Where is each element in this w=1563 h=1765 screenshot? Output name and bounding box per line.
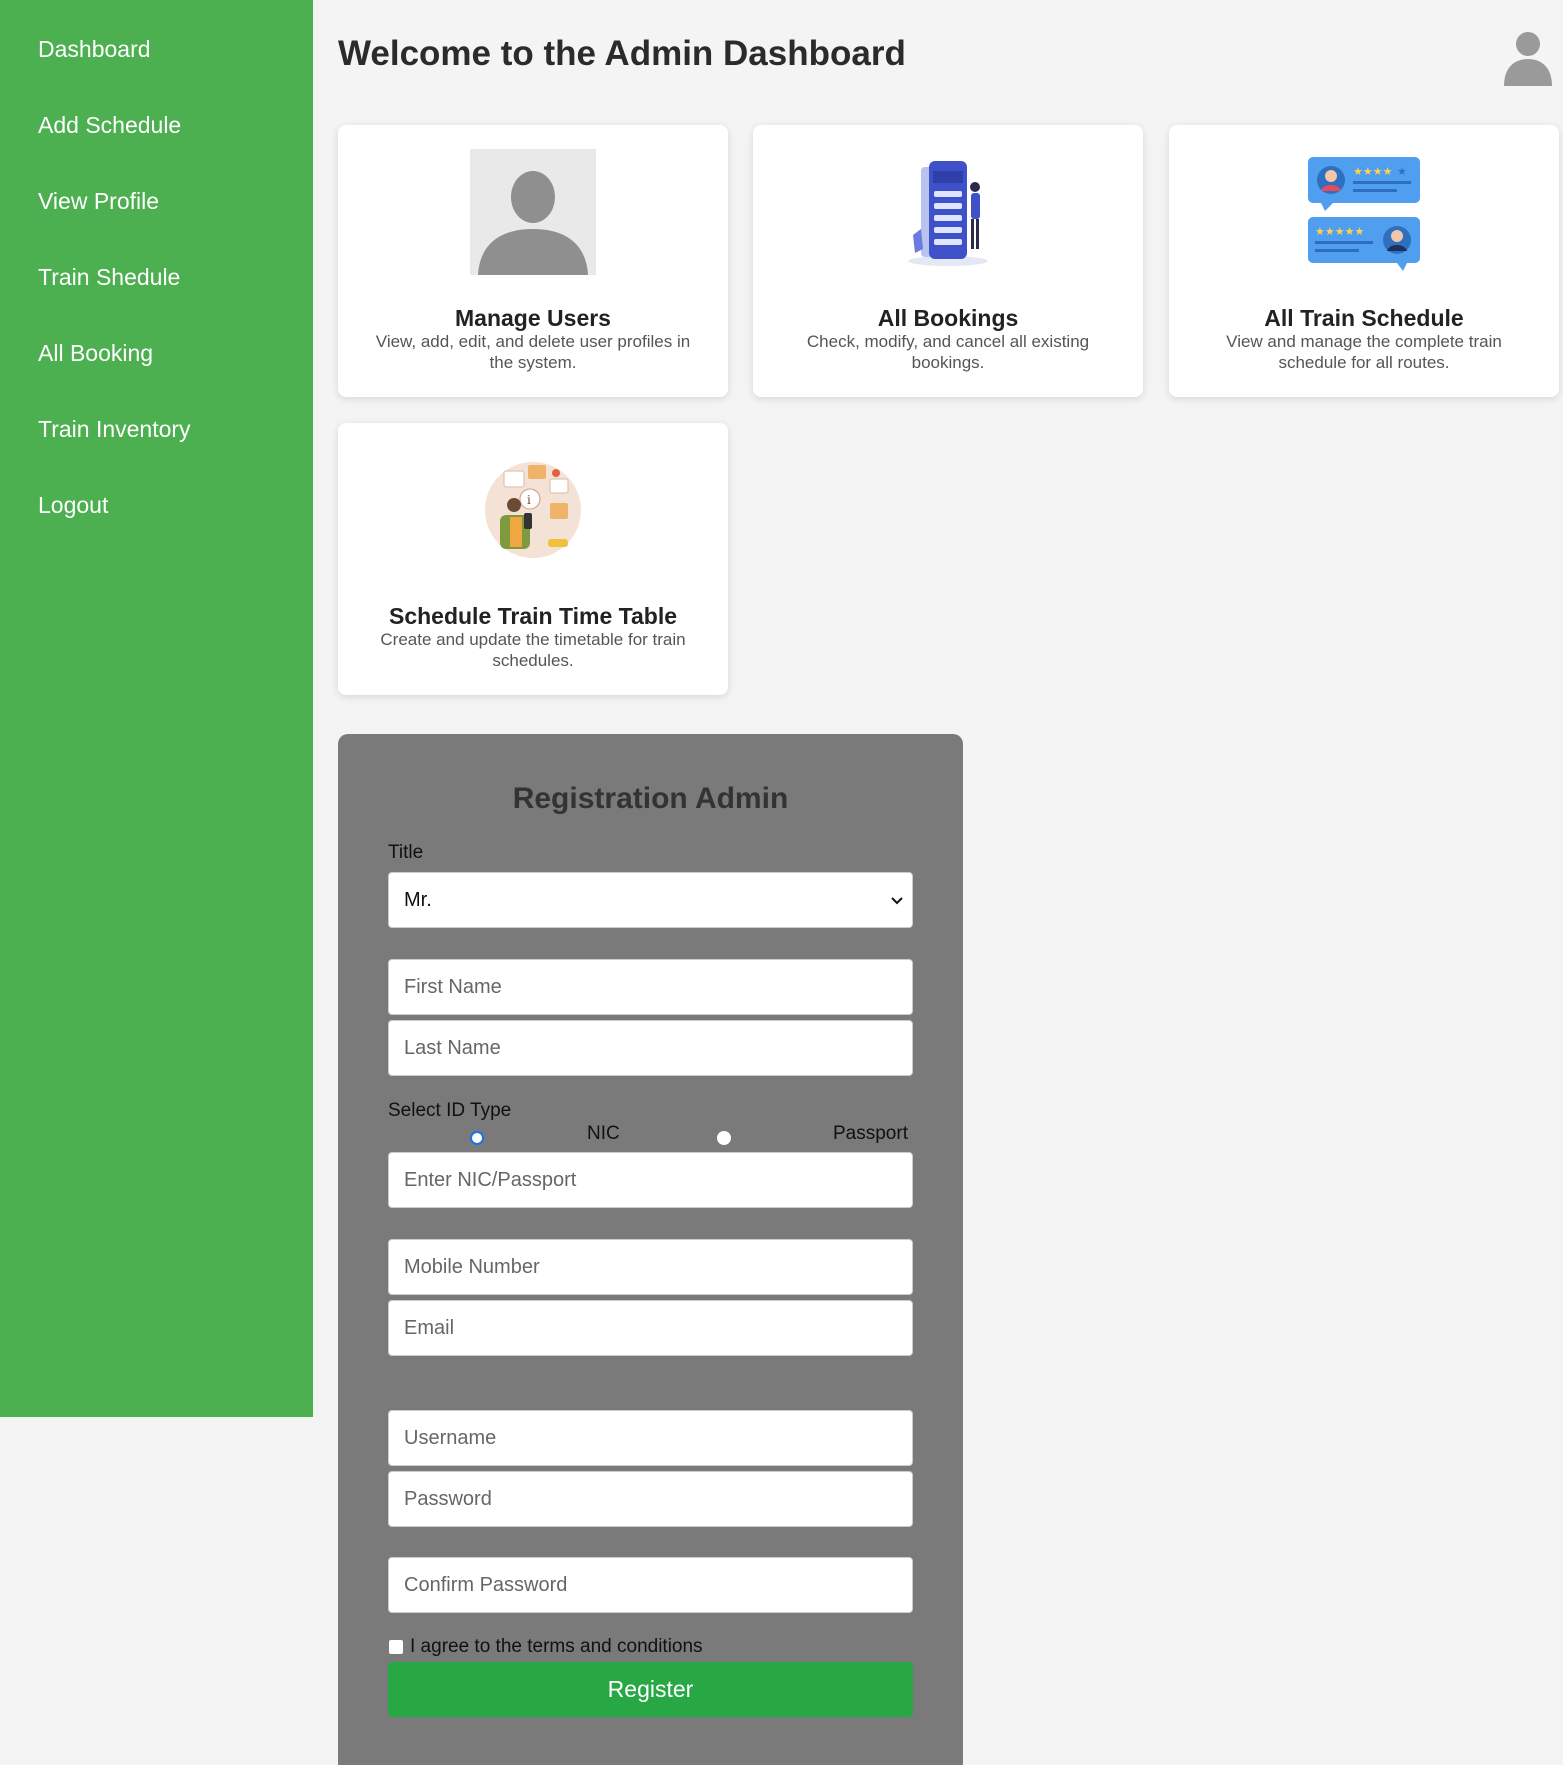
register-button[interactable]: Register <box>388 1662 913 1717</box>
sidebar-item-dashboard[interactable]: Dashboard <box>38 36 151 63</box>
registration-form: Registration Admin Title Mr. First Name … <box>338 734 963 1765</box>
terms-label: I agree to the terms and conditions <box>410 1636 703 1657</box>
username-placeholder: Username <box>404 1426 497 1449</box>
travel-planner-icon: i <box>470 447 596 573</box>
title-select[interactable]: Mr. <box>388 872 913 928</box>
id-number-placeholder: Enter NIC/Passport <box>404 1168 577 1191</box>
card-all-bookings[interactable]: All Bookings Check, modify, and cancel a… <box>753 125 1143 397</box>
id-number-input[interactable]: Enter NIC/Passport <box>388 1152 913 1208</box>
sidebar-item-train-inventory[interactable]: Train Inventory <box>38 416 191 443</box>
svg-text:★: ★ <box>1397 165 1407 178</box>
password-placeholder: Password <box>404 1487 492 1510</box>
last-name-input[interactable]: Last Name <box>388 1020 913 1076</box>
confirm-password-input[interactable]: Confirm Password <box>388 1557 913 1613</box>
card-description: Create and update the timetable for trai… <box>380 630 686 670</box>
card-title: Manage Users <box>455 305 611 331</box>
card-title: All Train Schedule <box>1264 305 1464 331</box>
first-name-input[interactable]: First Name <box>388 959 913 1015</box>
email-placeholder: Email <box>404 1316 455 1339</box>
terms-checkbox[interactable] <box>389 1640 403 1654</box>
mobile-number-placeholder: Mobile Number <box>404 1255 540 1278</box>
nic-radio[interactable] <box>470 1131 484 1145</box>
user-avatar-icon[interactable] <box>1500 26 1556 88</box>
card-description: Check, modify, and cancel all existing b… <box>806 332 1090 372</box>
id-type-label: Select ID Type <box>388 1100 512 1121</box>
passport-radio[interactable] <box>717 1131 731 1145</box>
card-title: All Bookings <box>877 305 1019 331</box>
confirm-password-placeholder: Confirm Password <box>404 1573 568 1596</box>
sidebar: Dashboard Add Schedule View Profile Trai… <box>0 0 313 1417</box>
nic-radio-label: NIC <box>587 1123 620 1144</box>
last-name-placeholder: Last Name <box>404 1036 501 1059</box>
passport-radio-label: Passport <box>833 1123 908 1144</box>
user-silhouette-icon <box>470 149 596 275</box>
card-title: Schedule Train Time Table <box>388 603 678 629</box>
title-select-value: Mr. <box>404 888 432 911</box>
username-input[interactable]: Username <box>388 1410 913 1466</box>
sidebar-item-add-schedule[interactable]: Add Schedule <box>38 112 181 139</box>
sidebar-item-logout[interactable]: Logout <box>38 492 108 519</box>
reviews-chat-icon: ★★★★ ★ ★★★★★ <box>1301 149 1427 275</box>
mobile-booking-icon <box>885 149 1011 275</box>
email-input[interactable]: Email <box>388 1300 913 1356</box>
svg-text:i: i <box>527 493 531 507</box>
page-title: Welcome to the Admin Dashboard <box>338 34 906 73</box>
sidebar-item-train-schedule[interactable]: Train Shedule <box>38 264 180 291</box>
mobile-number-input[interactable]: Mobile Number <box>388 1239 913 1295</box>
card-description: View, add, edit, and delete user profile… <box>375 332 691 372</box>
registration-heading: Registration Admin <box>512 782 789 815</box>
svg-text:★★★★: ★★★★ <box>1353 165 1393 178</box>
title-label: Title <box>388 842 424 863</box>
svg-text:★★★★★: ★★★★★ <box>1315 225 1364 238</box>
sidebar-item-view-profile[interactable]: View Profile <box>38 188 159 215</box>
card-manage-users[interactable]: Manage Users View, add, edit, and delete… <box>338 125 728 397</box>
card-all-train-schedule[interactable]: ★★★★ ★ ★★★★★ All Train Schedule View and… <box>1169 125 1559 397</box>
card-description: View and manage the complete train sched… <box>1226 332 1502 372</box>
password-input[interactable]: Password <box>388 1471 913 1527</box>
card-schedule-train-time-table[interactable]: i Schedule Train Time Table Create and u… <box>338 423 728 695</box>
first-name-placeholder: First Name <box>404 975 502 998</box>
sidebar-item-all-booking[interactable]: All Booking <box>38 340 153 367</box>
chevron-down-icon <box>890 889 904 912</box>
